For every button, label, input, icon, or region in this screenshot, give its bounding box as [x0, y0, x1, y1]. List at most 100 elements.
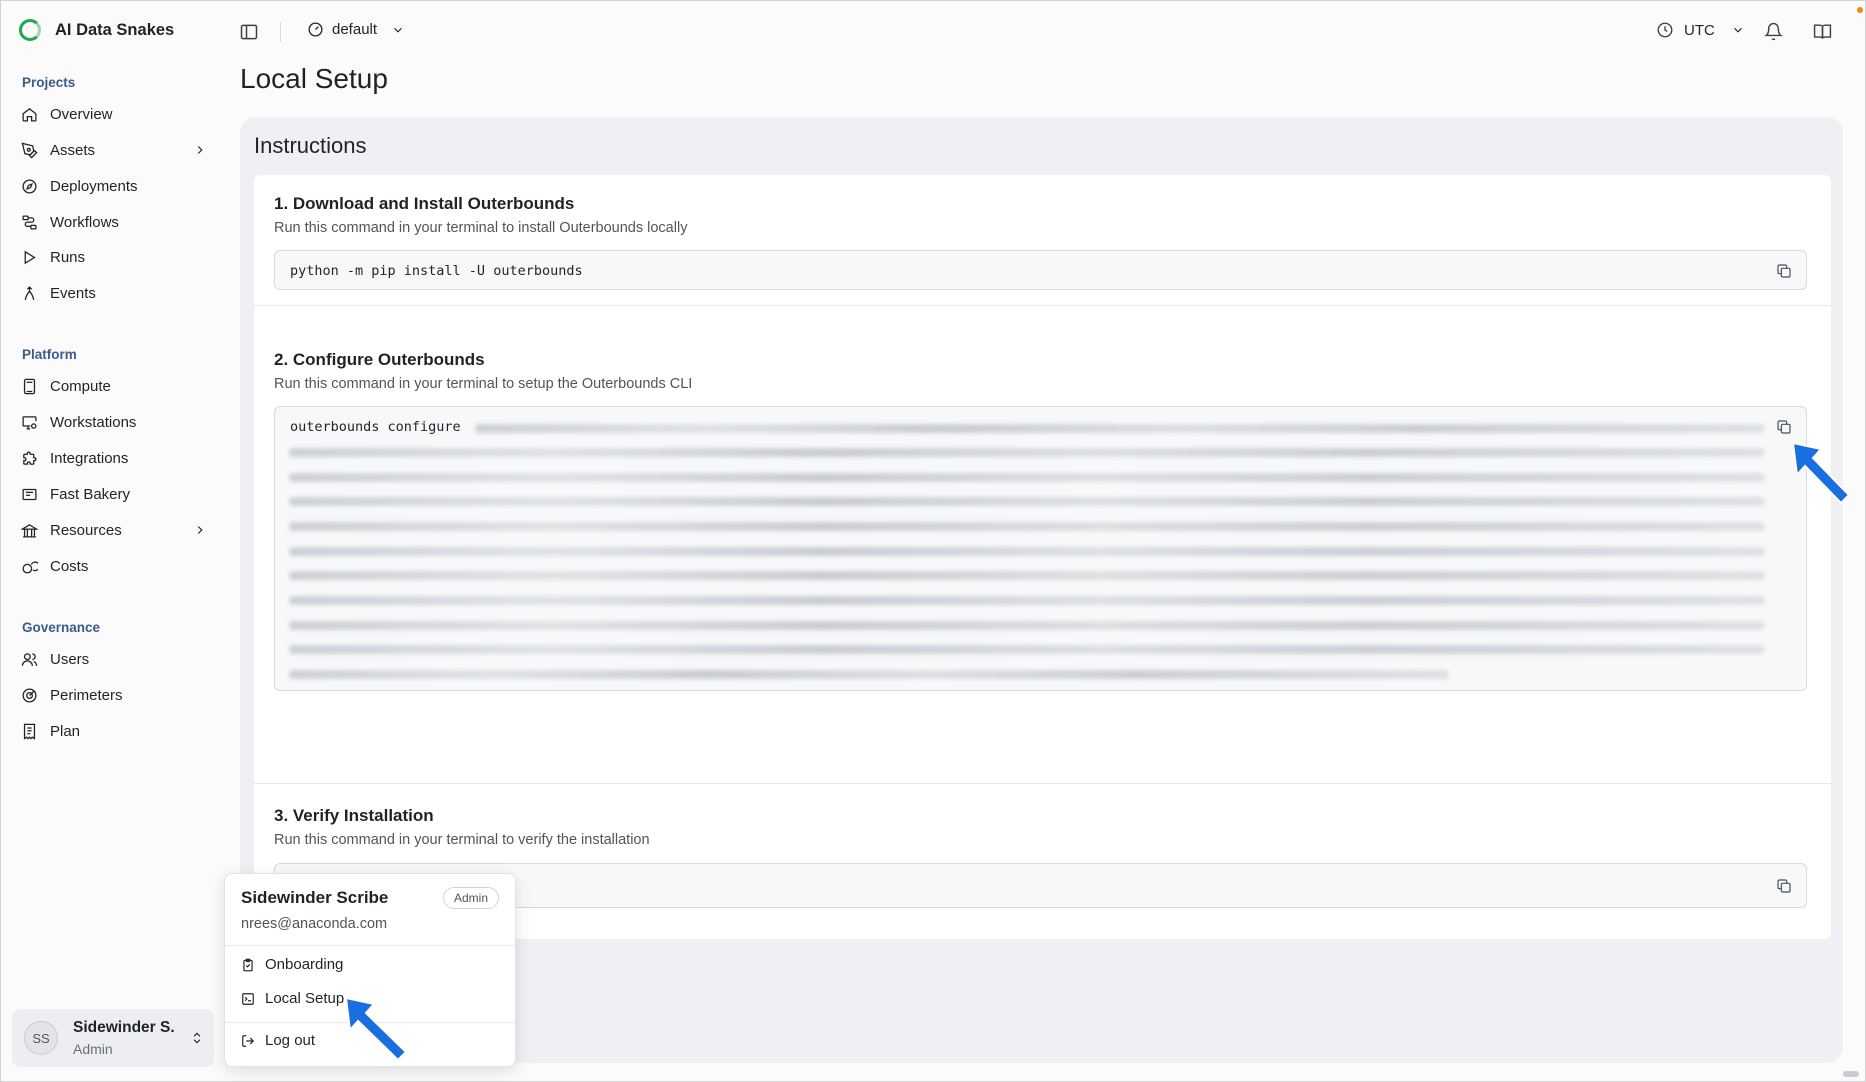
copy-icon[interactable]	[1776, 878, 1792, 894]
popup-user-name: Sidewinder Scribe	[241, 888, 389, 907]
page-title: Local Setup	[240, 63, 388, 94]
radar-icon	[22, 687, 37, 703]
chevron-down-icon	[394, 27, 402, 33]
landmark-icon	[21, 523, 38, 538]
topbar-divider	[280, 22, 281, 42]
sidebar: AI Data Snakes Projects Overview Assets …	[1, 1, 229, 1081]
instructions-card: 1. Download and Install Outerbounds Run …	[254, 175, 1831, 939]
sidebar-item-assets[interactable]: Assets	[21, 135, 207, 165]
menu-item-local-setup[interactable]: Local Setup	[241, 990, 344, 1007]
calculator-icon	[23, 378, 36, 394]
sidebar-item-runs[interactable]: Runs	[21, 242, 207, 272]
resize-handle[interactable]	[1843, 1071, 1859, 1077]
step-3-description: Run this command in your terminal to ver…	[274, 832, 650, 848]
workflow-icon	[22, 214, 37, 230]
sidebar-item-workstations[interactable]: Workstations	[21, 407, 207, 437]
chevron-right-icon	[197, 146, 203, 154]
popup-separator	[225, 945, 515, 946]
step-2-description: Run this command in your terminal to set…	[274, 376, 693, 392]
coins-icon	[22, 560, 38, 574]
clipboard-icon	[243, 958, 253, 971]
sidebar-item-users[interactable]: Users	[21, 644, 207, 674]
sidebar-item-perimeters[interactable]: Perimeters	[21, 680, 207, 710]
puzzle-icon	[23, 451, 37, 465]
avatar: SS	[24, 1021, 58, 1055]
menu-item-onboarding[interactable]: Onboarding	[241, 956, 343, 973]
event-branch-icon	[24, 285, 35, 300]
sidebar-item-label: Perimeters	[50, 686, 123, 704]
play-icon	[24, 250, 36, 264]
user-role: Admin	[73, 1041, 113, 1057]
sidebar-item-resources[interactable]: Resources	[21, 515, 207, 545]
app-name: AI Data Snakes	[55, 20, 175, 39]
users-icon	[21, 652, 38, 666]
user-menu-trigger[interactable]: SS Sidewinder S. Admin	[12, 1009, 214, 1067]
sidebar-item-label: Integrations	[50, 449, 129, 467]
copy-icon[interactable]	[1776, 419, 1792, 435]
step-1-description: Run this command in your terminal to ins…	[274, 220, 688, 236]
step-2-command: outerbounds configure	[290, 419, 461, 435]
section-governance: Governance	[22, 620, 101, 635]
clock-icon	[1657, 22, 1673, 38]
sidebar-item-label: Costs	[50, 557, 89, 575]
gauge-icon	[308, 22, 323, 37]
section-projects: Projects	[22, 75, 76, 90]
book-open-icon[interactable]	[1813, 22, 1832, 41]
step-1-title: 1. Download and Install Outerbounds	[274, 194, 575, 213]
compass-icon	[22, 178, 37, 194]
sidebar-item-integrations[interactable]: Integrations	[21, 443, 207, 473]
brand-logo-icon	[19, 19, 41, 41]
sidebar-item-label: Resources	[50, 521, 122, 539]
sidebar-item-label: Workflows	[50, 213, 119, 231]
sidebar-item-deployments[interactable]: Deployments	[21, 171, 207, 201]
annotation-arrow-copy	[1791, 441, 1851, 505]
monitor-settings-icon	[22, 415, 37, 430]
menu-item-label: Log out	[265, 1032, 316, 1049]
step-2-title: 2. Configure Outerbounds	[274, 350, 485, 369]
workspace-name: default	[332, 21, 378, 38]
menu-item-label: Onboarding	[265, 956, 344, 973]
sidebar-item-label: Deployments	[50, 177, 138, 195]
sidebar-item-label: Overview	[50, 105, 113, 123]
menu-item-label: Local Setup	[265, 990, 345, 1007]
sidebar-item-label: Users	[50, 650, 90, 668]
home-icon	[22, 107, 37, 122]
sidebar-item-label: Plan	[50, 722, 81, 740]
notification-dot	[1857, 7, 1863, 13]
chevrons-up-down-icon	[193, 1032, 201, 1044]
sidebar-item-label: Runs	[50, 248, 86, 266]
timezone-selector[interactable]: UTC	[1656, 21, 1745, 39]
sidebar-item-label: Fast Bakery	[50, 485, 131, 503]
sidebar-item-label: Compute	[50, 377, 111, 395]
step-1-command: python -m pip install -U outerbounds	[290, 263, 583, 279]
sidebar-item-compute[interactable]: Compute	[21, 371, 207, 401]
popup-user-email: nrees@anaconda.com	[241, 916, 388, 932]
panel-title: Instructions	[254, 133, 367, 158]
sidebar-item-fast-bakery[interactable]: Fast Bakery	[21, 479, 207, 509]
copy-icon[interactable]	[1776, 263, 1792, 279]
app-window: AI Data Snakes Projects Overview Assets …	[0, 0, 1866, 1082]
section-platform: Platform	[22, 347, 77, 362]
sidebar-item-costs[interactable]: Costs	[21, 551, 207, 581]
step-3-title: 3. Verify Installation	[274, 806, 434, 825]
brand[interactable]: AI Data Snakes	[19, 19, 174, 41]
receipt-icon	[23, 723, 36, 740]
sidebar-item-label: Events	[50, 284, 96, 302]
step-separator	[254, 783, 1831, 784]
terminal-icon	[242, 992, 254, 1005]
sidebar-item-events[interactable]: Events	[21, 278, 207, 308]
chevron-right-icon	[197, 526, 203, 534]
menu-item-log-out[interactable]: Log out	[241, 1032, 315, 1049]
sidebar-item-workflows[interactable]: Workflows	[21, 207, 207, 237]
logout-icon	[242, 1034, 255, 1047]
workspace-selector[interactable]: default	[307, 21, 405, 38]
step-2-code-block[interactable]: outerbounds configure	[274, 406, 1807, 691]
sidebar-item-overview[interactable]: Overview	[21, 99, 207, 129]
bell-icon[interactable]	[1764, 22, 1783, 41]
sidebar-item-label: Assets	[50, 141, 96, 159]
sidebar-toggle-icon[interactable]	[239, 22, 259, 42]
step-1-code-block[interactable]: python -m pip install -U outerbounds	[274, 250, 1807, 290]
step-separator	[254, 305, 1831, 306]
annotation-arrow-local-setup	[344, 996, 408, 1062]
sidebar-item-plan[interactable]: Plan	[21, 716, 207, 746]
